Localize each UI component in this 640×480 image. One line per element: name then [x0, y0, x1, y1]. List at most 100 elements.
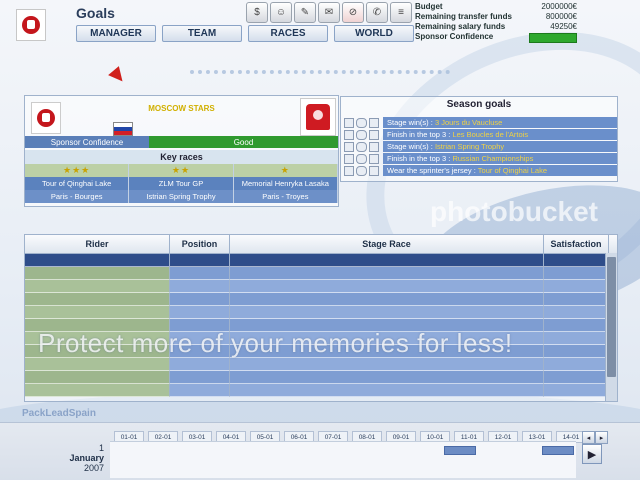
- timeline-track[interactable]: [110, 441, 576, 478]
- key-races-title: Key races: [25, 150, 338, 164]
- page-title: Goals: [76, 5, 115, 21]
- goal-status-box: [369, 153, 379, 164]
- header: Goals MANAGER TEAM RACES WORLD $ ☺ ✎ ✉ ⊘…: [0, 0, 640, 46]
- key-race-stars: ★★★: [25, 164, 130, 177]
- column-header-position[interactable]: Position: [170, 235, 230, 253]
- key-race-item[interactable]: Tour of Qinghai Lake: [25, 177, 130, 190]
- goal-checkbox[interactable]: [344, 165, 354, 176]
- key-race-item[interactable]: Paris - Troyes: [233, 190, 338, 203]
- goal-text: Wear the sprinter's jersey :: [387, 166, 478, 175]
- key-race-stars: ★★: [129, 164, 234, 177]
- view-icon[interactable]: [356, 117, 367, 128]
- table-row[interactable]: [25, 280, 617, 293]
- table-row[interactable]: [25, 267, 617, 280]
- tab-team[interactable]: TEAM: [162, 25, 242, 42]
- tab-manager[interactable]: MANAGER: [76, 25, 156, 42]
- money-icon[interactable]: ✎: [294, 2, 316, 23]
- table-row[interactable]: [25, 306, 617, 319]
- sponsor-confidence-row: Sponsor Confidence Good: [25, 136, 338, 148]
- goal-status-box: [369, 141, 379, 152]
- timeline-next-button[interactable]: ▸: [595, 431, 608, 444]
- goal-text: Stage win(s) :: [387, 118, 435, 127]
- key-race-item[interactable]: Paris - Bourges: [25, 190, 130, 203]
- table-row[interactable]: [25, 254, 617, 267]
- date-year: 2007: [83, 463, 104, 473]
- sponsor-confidence-value: Good: [149, 136, 338, 148]
- goal-status-box: [369, 165, 379, 176]
- goal-detail[interactable]: Les Boucles de l'Artois: [452, 130, 528, 139]
- season-goal-row: Finish in the top 3 : Russian Championsh…: [341, 153, 617, 164]
- key-race-stars: ★: [233, 164, 338, 177]
- goal-checkbox[interactable]: [344, 141, 354, 152]
- notes-icon[interactable]: ≡: [390, 2, 412, 23]
- column-header-spacer: [609, 235, 617, 253]
- watermark-text: Protect more of your memories for less!: [38, 328, 513, 358]
- timeline-prev-button[interactable]: ◂: [582, 431, 595, 444]
- budget-value: 2000000€: [541, 2, 577, 11]
- goals-icon[interactable]: ⊘: [342, 2, 364, 23]
- key-race-item[interactable]: Istrian Spring Trophy: [129, 190, 234, 203]
- goal-checkbox[interactable]: [344, 129, 354, 140]
- view-icon[interactable]: [356, 153, 367, 164]
- goal-detail[interactable]: Istrian Spring Trophy: [435, 142, 504, 151]
- club-logo-icon: [22, 16, 40, 34]
- table-scrollbar[interactable]: [605, 253, 617, 401]
- sponsor-confidence-label: Sponsor Confidence: [25, 136, 149, 148]
- inbox-icon[interactable]: ✆: [366, 2, 388, 23]
- view-icon[interactable]: [356, 129, 367, 140]
- timeline-event[interactable]: [542, 446, 574, 455]
- season-goal-row: Stage win(s) : 3 Jours du Vaucluse: [341, 117, 617, 128]
- scrollbar-thumb[interactable]: [607, 257, 616, 377]
- view-icon[interactable]: [356, 165, 367, 176]
- current-date: 1 January 2007: [56, 443, 104, 473]
- goal-text: Finish in the top 3 :: [387, 154, 453, 163]
- table-row[interactable]: [25, 384, 617, 397]
- sponsor-footer-logo: PackLeadSpain: [22, 408, 96, 419]
- date-day: 1: [98, 443, 104, 453]
- toolbar: $ ☺ ✎ ✉ ⊘ ✆ ≡: [246, 2, 412, 23]
- team-panel: MOSCOW STARS Sponsor Confidence Good Key…: [24, 95, 339, 207]
- column-header-stage-race[interactable]: Stage Race: [230, 235, 544, 253]
- key-race-item[interactable]: Memorial Henryka Lasaka: [233, 177, 338, 190]
- finance-summary: Budget 2000000€ Remaining transfer funds 8…: [415, 2, 577, 43]
- riders-table: Rider Position Stage Race Satisfaction: [24, 234, 618, 402]
- table-row[interactable]: [25, 293, 617, 306]
- table-row[interactable]: [25, 358, 617, 371]
- timeline-event[interactable]: [444, 446, 476, 455]
- salary-funds-label: Remaining salary funds: [415, 22, 506, 31]
- key-races-grid: ★★★ ★★ ★ Tour of Qinghai Lake ZLM Tour G…: [25, 164, 338, 203]
- transfer-icon[interactable]: ✉: [318, 2, 340, 23]
- tab-world[interactable]: WORLD: [334, 25, 414, 42]
- goal-status-box: [369, 129, 379, 140]
- calendar-icon[interactable]: $: [246, 2, 268, 23]
- transfer-funds-value: 800000€: [545, 12, 577, 21]
- goal-text: Stage win(s) :: [387, 142, 435, 151]
- goal-checkbox[interactable]: [344, 153, 354, 164]
- goal-detail[interactable]: Tour of Qinghai Lake: [478, 166, 547, 175]
- transfer-funds-label: Remaining transfer funds: [415, 12, 512, 21]
- table-header: Rider Position Stage Race Satisfaction: [25, 235, 617, 254]
- goal-text: Finish in the top 3 :: [387, 130, 453, 139]
- russia-flag-icon: [113, 122, 133, 136]
- riders-icon[interactable]: ☺: [270, 2, 292, 23]
- play-button[interactable]: ▶: [582, 444, 602, 464]
- key-race-item[interactable]: ZLM Tour GP: [129, 177, 234, 190]
- goal-detail[interactable]: 3 Jours du Vaucluse: [435, 118, 502, 127]
- season-goal-row: Finish in the top 3 : Les Boucles de l'A…: [341, 129, 617, 140]
- team-name: MOSCOW STARS: [148, 104, 215, 113]
- column-header-rider[interactable]: Rider: [25, 235, 170, 253]
- app-window: Goals MANAGER TEAM RACES WORLD $ ☺ ✎ ✉ ⊘…: [0, 0, 640, 480]
- goal-detail[interactable]: Russian Championships: [452, 154, 533, 163]
- goal-status-box: [369, 117, 379, 128]
- season-goal-row: Stage win(s) : Istrian Spring Trophy: [341, 141, 617, 152]
- season-goals-panel: Season goals Stage win(s) : 3 Jours du V…: [340, 96, 618, 182]
- confidence-label: Sponsor Confidence: [415, 32, 494, 41]
- table-row[interactable]: [25, 371, 617, 384]
- tab-races[interactable]: RACES: [248, 25, 328, 42]
- column-header-satisfaction[interactable]: Satisfaction: [544, 235, 609, 253]
- club-logo[interactable]: [16, 9, 46, 41]
- goal-checkbox[interactable]: [344, 117, 354, 128]
- mouse-cursor-icon: [108, 66, 128, 86]
- season-goal-row: Wear the sprinter's jersey : Tour of Qin…: [341, 165, 617, 176]
- view-icon[interactable]: [356, 141, 367, 152]
